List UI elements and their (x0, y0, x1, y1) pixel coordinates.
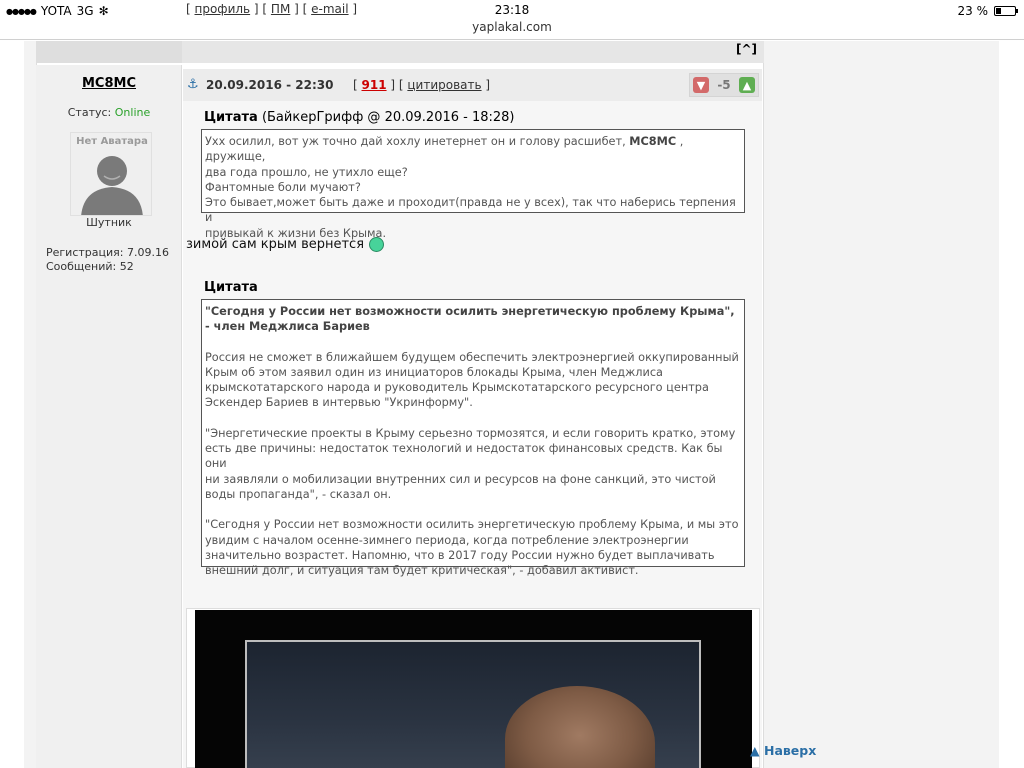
scroll-top-button[interactable]: [^] (736, 42, 757, 56)
quote-header: Цитата (204, 280, 258, 295)
address-bar[interactable]: yaplakal.com (0, 20, 1024, 34)
quote-headline: - член Меджлиса Бариев (205, 320, 370, 334)
quote-line: увидим с началом осенне-зимнего периода,… (205, 533, 689, 547)
quote-line: "Сегодня у России нет возможности осилит… (205, 518, 739, 532)
previous-post-footer (36, 41, 764, 63)
battery-percent: 23 % (957, 4, 989, 18)
previous-post-links: [ профиль ] [ ПМ ] [ e-mail ] (186, 2, 358, 16)
thumb-up-icon[interactable]: ▲ (739, 77, 755, 93)
quote-line: Крым об этом заявил один из инициаторов … (205, 365, 663, 379)
previous-post-sidebar-footer (36, 41, 182, 63)
post-header-links: [ 911 ] [ цитировать ] (353, 78, 491, 92)
quote-text: Ухх осилил, вот уж точно дай хохлу инете… (205, 135, 626, 148)
author-stats: Регистрация: 7.09.16 Сообщений: 52 (46, 246, 169, 274)
scroll-to-top-label: Наверх (763, 743, 817, 758)
quote-box: Ухх осилил, вот уж точно дай хохлу инете… (201, 129, 745, 240)
quote-title: Цитата (204, 280, 258, 295)
status-label: Статус: (67, 106, 112, 119)
avatar-silhouette-icon (81, 156, 143, 215)
quote-line: внешний долг, и ситуация там будет крити… (205, 564, 639, 578)
person-photo (505, 686, 655, 768)
posts-count-row: Сообщений: 52 (46, 260, 169, 274)
post-date: 20.09.2016 - 22:30 (206, 78, 334, 92)
quote-line: ни заявляли о мобилизации внутренних сил… (205, 472, 716, 486)
image-inner-frame (245, 640, 701, 768)
quote-line: крымскотатарского народа и руководитель … (205, 381, 709, 395)
battery-info: 23 % (957, 4, 1018, 18)
battery-level (996, 8, 1001, 14)
quote-header: Цитата (БайкерГрифф @ 20.09.2016 - 18:28… (204, 110, 515, 125)
rating-value: -5 (717, 78, 731, 92)
quote-line: воды пропаганда", - сказал он. (205, 487, 392, 501)
quote-headline: "Сегодня у России нет возможности осилит… (205, 305, 735, 318)
quote-line: Фантомные боли мучают? (205, 180, 361, 194)
thumb-down-icon[interactable]: ▼ (693, 77, 709, 93)
battery-icon (994, 6, 1018, 16)
clock: 23:18 (494, 3, 530, 17)
quote-line: два года прошло, не утихло еще? (205, 165, 408, 179)
scroll-to-top-link[interactable]: ▲ Наверх (750, 743, 816, 758)
email-link[interactable]: e-mail (311, 2, 348, 16)
quote-box: "Сегодня у России нет возможности осилит… (201, 299, 745, 577)
comment-text: зимой сам крым вернется (186, 237, 365, 252)
registration-date: 7.09.16 (126, 246, 169, 259)
pm-link[interactable]: ПМ (271, 2, 290, 16)
quote-line: значительно возрастет. Напомню, что в 20… (205, 548, 715, 562)
quote-link[interactable]: цитировать (407, 78, 481, 92)
avatar: Нет Аватара (70, 132, 152, 216)
registration-row: Регистрация: 7.09.16 (46, 246, 169, 260)
post-number-link[interactable]: 911 (362, 78, 387, 92)
quote-line: есть две причины: недостаток технологий … (205, 442, 723, 471)
posts-count-label: Сообщений: (46, 260, 117, 273)
quote-title: Цитата (204, 110, 258, 125)
quote-line: Это бывает,может быть даже и проходит(пр… (205, 196, 736, 225)
quote-line: Ухх осилил, вот уж точно дай хохлу инете… (205, 134, 741, 165)
status-value: Online (114, 106, 151, 119)
quote-source: (БайкерГрифф @ 20.09.2016 - 18:28) (261, 110, 515, 125)
registration-label: Регистрация: (46, 246, 124, 259)
quoted-username: MC8MC (629, 135, 677, 148)
quote-line: "Энергетические проекты в Крыму серьезно… (205, 426, 736, 440)
quote-line: Эскендер Бариев в интервью "Укринформу". (205, 396, 473, 410)
arrow-up-icon: ▲ (750, 743, 760, 758)
anchor-icon[interactable]: ⚓ (187, 77, 199, 92)
post-rating: ▼ -5 ▲ (689, 73, 759, 97)
author-name[interactable]: MC8MC (36, 76, 182, 91)
ios-status-bar: ●●●●● YOTA 3G ✻ 23:18 yaplakal.com 23 % (0, 0, 1024, 40)
author-rank: Шутник (86, 216, 132, 229)
post-image[interactable] (195, 610, 752, 768)
author-status: Статус: Online (36, 106, 182, 119)
profile-link[interactable]: профиль (195, 2, 251, 16)
quote-line: Россия не сможет в ближайшем будущем обе… (205, 350, 739, 364)
smiley-icon (369, 237, 385, 252)
post-comment: зимой сам крым вернется (186, 237, 385, 252)
posts-count-value: 52 (119, 260, 134, 273)
